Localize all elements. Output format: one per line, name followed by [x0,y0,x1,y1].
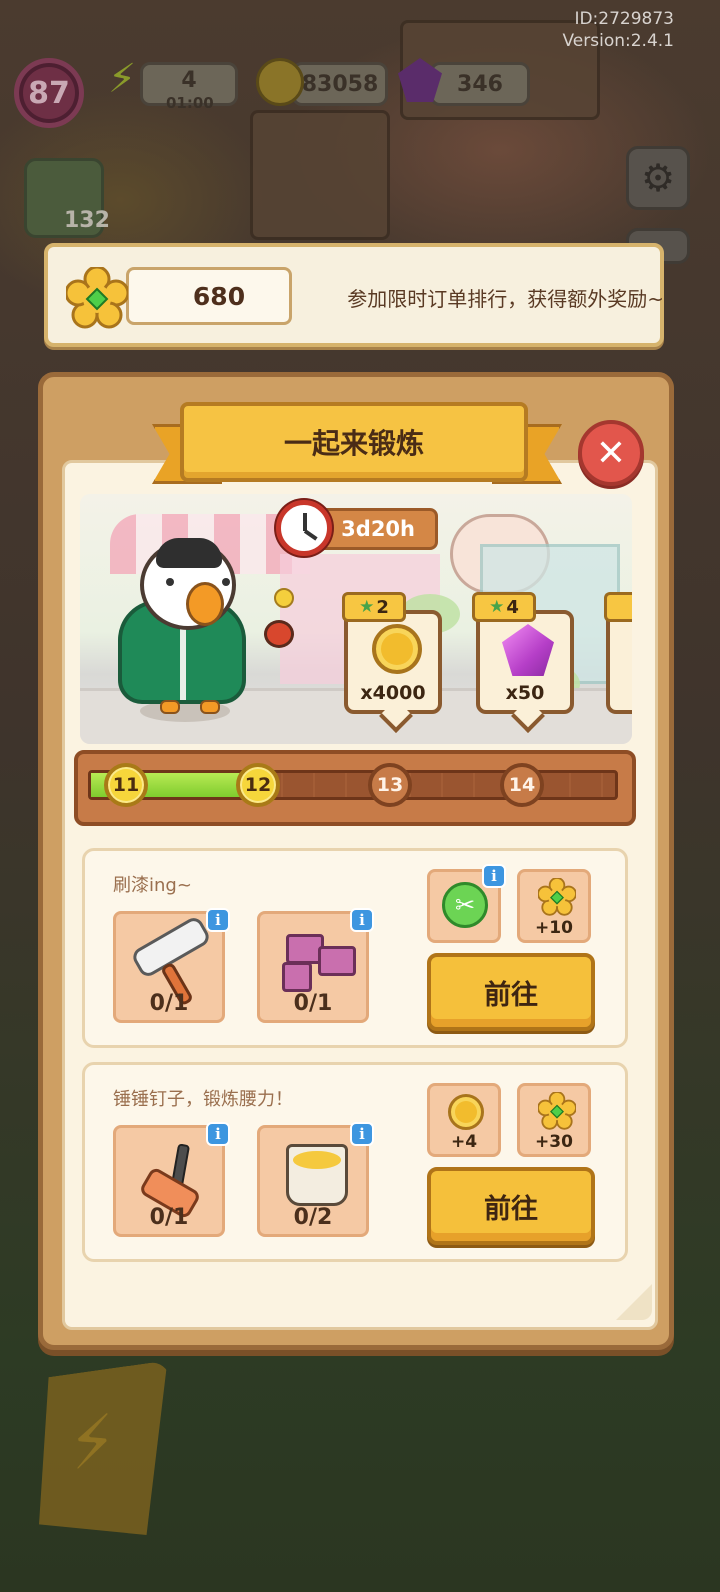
reward-stars: 4 [506,596,519,618]
task-item[interactable]: 0/1 i [113,1122,230,1237]
progress-node: 11 [104,763,148,807]
task-reward[interactable]: ✂ i [427,864,506,943]
task-title: 刷漆ing~ [113,875,192,896]
clock-icon [276,500,332,556]
reward-label: +4 [450,1132,478,1152]
item-count: 0/1 [149,1205,189,1230]
item-count: 0/2 [293,1205,333,1230]
progress-node: 13 [368,763,412,807]
coin-value: 83058 [301,71,379,97]
flower-count: 680 [192,281,246,311]
corner-info: ID:2729873 Version:2.4.1 [563,8,675,52]
duck-eye [166,578,174,586]
go-button[interactable]: 前往 [427,953,595,1031]
task-card: 刷漆ing~ 0/1 i 0/1 i ✂ i +10 前往 [82,848,628,1048]
star-icon: ★ [489,597,505,617]
coin-icon [372,624,422,674]
energy-value: 4 [181,67,197,93]
info-icon[interactable]: i [350,908,374,932]
paint-bucket-icon [286,1144,348,1206]
energy-bolt-icon: ⚡ [108,56,137,102]
close-button[interactable]: ✕ [578,420,644,486]
milestone-reward-card[interactable]: x4000 [344,610,442,714]
gem-value: 346 [457,71,503,97]
reward-stars: 2 [376,596,389,618]
task-reward[interactable]: +10 [517,869,591,943]
coin-icon [448,1094,484,1130]
task-item[interactable]: 0/1 i [257,908,374,1023]
reward-star-tag-partial [604,592,632,622]
energy-timer: 01:00 [166,94,214,112]
settings-gear-icon[interactable]: ⚙ [626,146,690,210]
reward-amount: x4000 [360,682,426,704]
flower-icon [66,267,128,329]
progress-node: 12 [236,763,280,807]
panel-title: 一起来锻炼 [180,402,528,482]
task-item[interactable]: 0/2 i [257,1122,374,1237]
banner-text: 参加限时订单排行，获得额外奖励~ [347,287,664,311]
item-count: 0/1 [293,991,333,1016]
close-icon: ✕ [595,432,627,474]
info-icon[interactable]: i [350,1122,374,1146]
gem-counter[interactable]: 346 [430,62,530,106]
brick-shape [282,962,312,992]
star-icon: ★ [359,597,375,617]
duck-foot [160,700,180,714]
duck-eye [222,578,230,586]
duck-hair [156,538,222,568]
flower-icon [538,878,576,916]
flower-icon [538,1092,576,1130]
info-icon[interactable]: i [482,864,506,888]
version-label: Version:2.4.1 [562,31,675,51]
gem-icon [502,624,554,676]
background-building [250,110,390,240]
player-id: ID:2729873 [574,9,674,29]
progress-node: 14 [500,763,544,807]
info-icon[interactable]: i [206,908,230,932]
duck-foot [200,700,220,714]
reward-label: +30 [535,1132,573,1152]
milestone-reward-card-partial[interactable] [606,610,632,714]
task-item[interactable]: 0/1 i [113,908,230,1023]
item-count: 0/1 [149,991,189,1016]
task-card: 锤锤钉子，锻炼腰力！ 0/1 i 0/2 i +4 +30 前往 [82,1062,628,1262]
ranking-banner[interactable]: 680 参加限时订单排行，获得额外奖励~ [44,243,664,347]
go-button[interactable]: 前往 [427,1167,595,1245]
event-timer-text: 3d20h [341,517,415,541]
milestone-reward-card[interactable]: x50 [476,610,574,714]
task-reward[interactable]: +30 [517,1083,591,1157]
ping-pong-paddle-icon [264,620,294,648]
level-badge[interactable]: 87 [14,58,84,128]
task-reward[interactable]: +4 [427,1083,501,1157]
reward-star-tag: ★ 4 [472,592,536,622]
side-item-count: 132 [64,208,110,233]
reward-label: +10 [535,918,573,938]
coin-icon [256,58,304,106]
reward-star-tag: ★ 2 [342,592,406,622]
reward-amount: x50 [505,682,545,704]
coin-counter[interactable]: 83058 [292,62,388,106]
ping-pong-ball-icon [274,588,294,608]
brick-shape [318,946,356,976]
green-token-icon: ✂ [442,882,488,928]
task-title: 锤锤钉子，锻炼腰力！ [113,1089,293,1110]
duck-beak [186,582,224,626]
info-icon[interactable]: i [206,1122,230,1146]
